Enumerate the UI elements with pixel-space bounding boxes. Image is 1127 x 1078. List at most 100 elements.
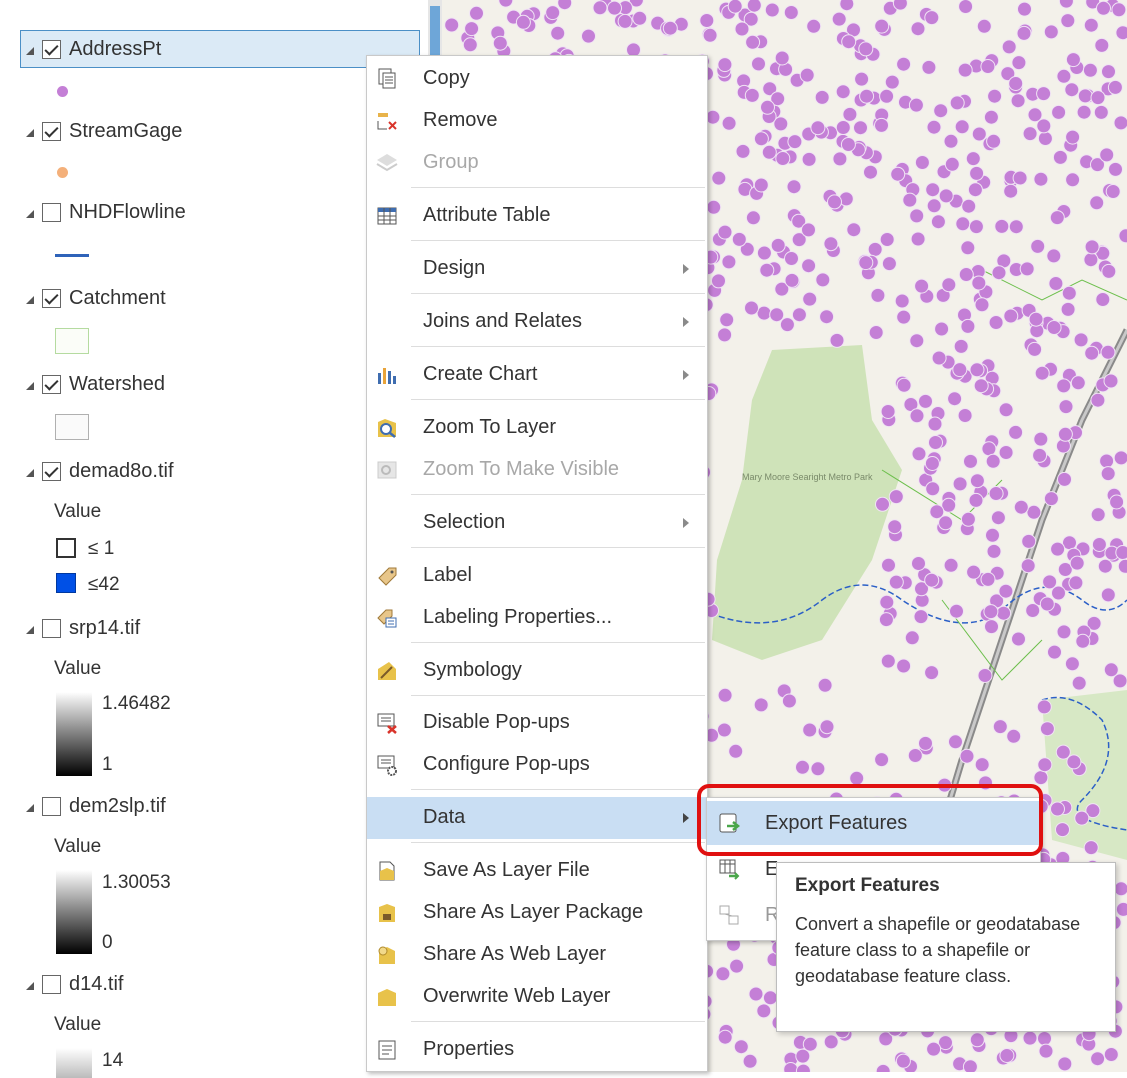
layer-visibility-checkbox[interactable] (42, 796, 61, 816)
address-point (1060, 301, 1076, 317)
expand-icon[interactable] (26, 804, 34, 812)
layer-visibility-checkbox[interactable] (42, 121, 61, 141)
address-point (921, 59, 937, 75)
address-point (1073, 332, 1089, 348)
menu-item-labeling-properties[interactable]: Labeling Properties... (367, 597, 707, 639)
address-point (960, 318, 976, 334)
stretch-color-ramp (56, 692, 92, 776)
layer-catchment[interactable]: Catchment (26, 282, 166, 314)
menu-item-configure-popups[interactable]: Configure Pop-ups (367, 744, 707, 786)
layer-d14[interactable]: d14.tif (26, 968, 123, 1000)
address-point (1076, 104, 1092, 120)
layer-addresspt[interactable]: AddressPt (26, 33, 161, 65)
address-point (1037, 1031, 1052, 1046)
layer-srp14[interactable]: srp14.tif (26, 612, 140, 644)
menu-separator (411, 789, 705, 790)
address-point (1039, 596, 1055, 612)
menu-item-label: Zoom To Make Visible (423, 458, 620, 480)
layer-visibility-checkbox[interactable] (42, 39, 61, 59)
address-point (1071, 675, 1087, 691)
menu-item-create-chart[interactable]: Create Chart (367, 354, 707, 396)
address-point (948, 734, 963, 750)
layer-visibility-checkbox[interactable] (42, 974, 61, 994)
address-point (965, 151, 981, 167)
layer-dem2slp[interactable]: dem2slp.tif (26, 790, 166, 822)
menu-separator (411, 695, 705, 696)
address-point (969, 362, 985, 378)
menu-item-share-as-layer-package[interactable]: Share As Layer Package (367, 892, 707, 934)
address-point (632, 10, 648, 26)
address-point (874, 117, 889, 133)
address-point (887, 519, 903, 535)
layer-watershed[interactable]: Watershed (26, 368, 165, 400)
expand-icon[interactable] (26, 296, 34, 304)
address-point (1046, 320, 1062, 335)
layer-name: dem2slp.tif (69, 794, 166, 817)
menu-item-label: Properties (423, 1038, 515, 1060)
address-point (1061, 285, 1077, 301)
menu-item-disable-popups[interactable]: Disable Pop-ups (367, 702, 707, 744)
address-point (814, 89, 830, 105)
menu-item-symbology[interactable]: Symbology (367, 650, 707, 692)
address-point (874, 18, 890, 34)
address-point (1096, 0, 1111, 16)
address-point (802, 1036, 818, 1052)
table-icon (377, 207, 397, 225)
address-point (775, 151, 791, 166)
menu-item-share-as-web-layer[interactable]: Share As Web Layer (367, 934, 707, 976)
menu-item-joins-and-relates[interactable]: Joins and Relates (367, 301, 707, 343)
layer-visibility-checkbox[interactable] (42, 288, 61, 308)
menu-item-overwrite-web-layer[interactable]: Overwrite Web Layer (367, 976, 707, 1018)
menu-item-attribute-table[interactable]: Attribute Table (367, 195, 707, 237)
menu-item-selection[interactable]: Selection (367, 502, 707, 544)
layer-visibility-checkbox[interactable] (42, 618, 61, 638)
expand-icon[interactable] (26, 210, 34, 218)
expand-icon[interactable] (26, 382, 34, 390)
menu-item-design[interactable]: Design (367, 248, 707, 290)
layer-visibility-checkbox[interactable] (42, 461, 61, 481)
menu-item-copy[interactable]: Copy (367, 58, 707, 100)
expand-icon[interactable] (26, 469, 34, 477)
address-point (1099, 453, 1115, 469)
expand-icon[interactable] (26, 982, 34, 990)
address-point (931, 350, 947, 366)
legend-swatch (56, 538, 76, 558)
menu-separator (411, 293, 705, 294)
menu-item-group[interactable]: Group (367, 142, 707, 184)
menu-item-zoom-to-make-visible[interactable]: Zoom To Make Visible (367, 449, 707, 491)
expand-icon[interactable] (26, 47, 34, 55)
address-point (988, 486, 1004, 501)
expand-icon[interactable] (26, 626, 34, 634)
menu-item-data[interactable]: Data (367, 797, 707, 839)
address-point (1019, 261, 1035, 277)
expand-icon[interactable] (26, 129, 34, 137)
address-point (960, 511, 976, 527)
address-point (784, 272, 800, 288)
menu-item-zoom-to-layer[interactable]: Zoom To Layer (367, 407, 707, 449)
address-point (971, 126, 987, 142)
address-point (904, 630, 920, 646)
address-point (801, 258, 817, 274)
address-point (1083, 840, 1099, 856)
menu-item-properties[interactable]: Properties (367, 1029, 707, 1071)
layer-nhdflowline[interactable]: NHDFlowline (26, 196, 186, 228)
address-point (839, 0, 855, 12)
address-point (1091, 537, 1107, 552)
menu-item-label: Symbology (423, 659, 522, 681)
address-point (1006, 728, 1022, 744)
layer-visibility-checkbox[interactable] (42, 202, 61, 222)
address-point (745, 210, 761, 226)
menu-item-remove[interactable]: Remove (367, 100, 707, 142)
menu-separator (411, 399, 705, 400)
address-point (1090, 507, 1106, 523)
address-point (1113, 115, 1127, 131)
layer-visibility-checkbox[interactable] (42, 374, 61, 394)
address-point (756, 1003, 772, 1019)
layer-streamgage[interactable]: StreamGage (26, 115, 182, 147)
menu-item-save-as-layer-file[interactable]: Save As Layer File (367, 850, 707, 892)
address-point (1038, 1043, 1054, 1059)
menu-item-label: Labeling Properties... (423, 606, 613, 628)
address-point (926, 119, 942, 135)
menu-item-label[interactable]: Label (367, 555, 707, 597)
layer-demad8o[interactable]: demad8o.tif (26, 455, 174, 487)
